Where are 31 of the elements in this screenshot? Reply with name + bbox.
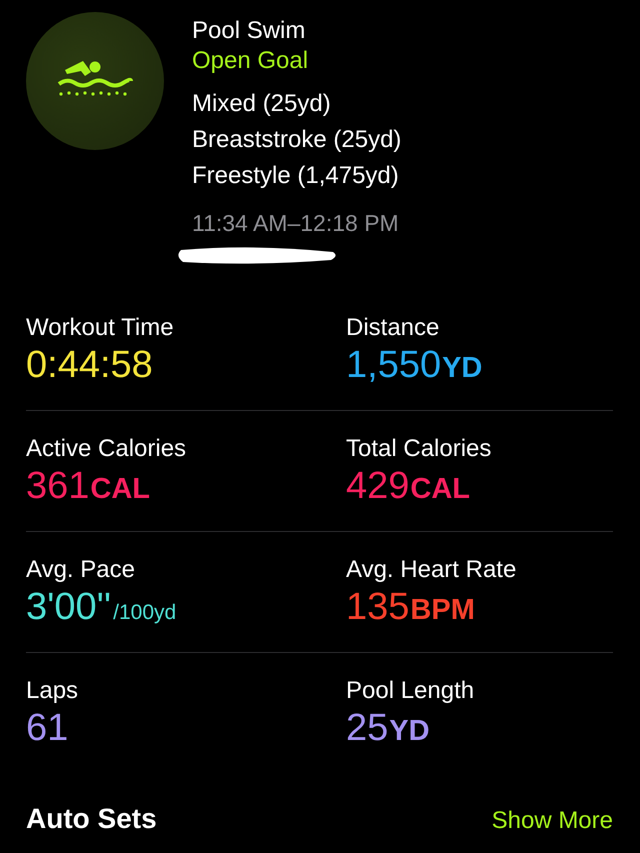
metric-value: 25 — [346, 706, 388, 751]
metric-value: 0:44:58 — [26, 343, 153, 388]
metric-label: Active Calories — [26, 435, 188, 463]
metric-value: 429 — [346, 464, 410, 509]
segment-text: Breaststroke (25yd) — [192, 125, 402, 155]
metric-unit: YD — [389, 715, 430, 748]
metric-value: 3'00'' — [26, 585, 112, 630]
metric-unit: BPM — [410, 594, 475, 627]
swimmer-icon — [57, 58, 133, 98]
metric-unit: /100yd — [113, 601, 176, 625]
metric-value: 61 — [26, 706, 68, 751]
workout-goal: Open Goal — [192, 46, 310, 76]
metric-label: Workout Time — [26, 314, 175, 342]
metric-unit: YD — [442, 352, 482, 385]
metric-unit: CAL — [90, 473, 150, 506]
workout-title: Pool Swim — [192, 16, 306, 46]
show-more-link[interactable]: Show More — [492, 807, 613, 835]
metric-label: Total Calories — [346, 435, 492, 463]
segment-text: Freestyle (1,475yd) — [192, 161, 400, 191]
metric-label: Pool Length — [346, 677, 476, 705]
time-range: 11:34 AM–12:18 PM — [192, 209, 400, 238]
metric-label: Laps — [26, 677, 80, 705]
metric-value: 1,550 — [346, 343, 442, 388]
metric-label: Distance — [346, 314, 440, 342]
metric-unit: CAL — [410, 473, 470, 506]
section-title: Auto Sets — [26, 803, 157, 835]
metric-label: Avg. Pace — [26, 556, 136, 584]
metric-value: 135 — [346, 585, 410, 630]
segment-text: Mixed (25yd) — [192, 89, 332, 119]
metric-label: Avg. Heart Rate — [346, 556, 518, 584]
metric-value: 361 — [26, 464, 90, 509]
